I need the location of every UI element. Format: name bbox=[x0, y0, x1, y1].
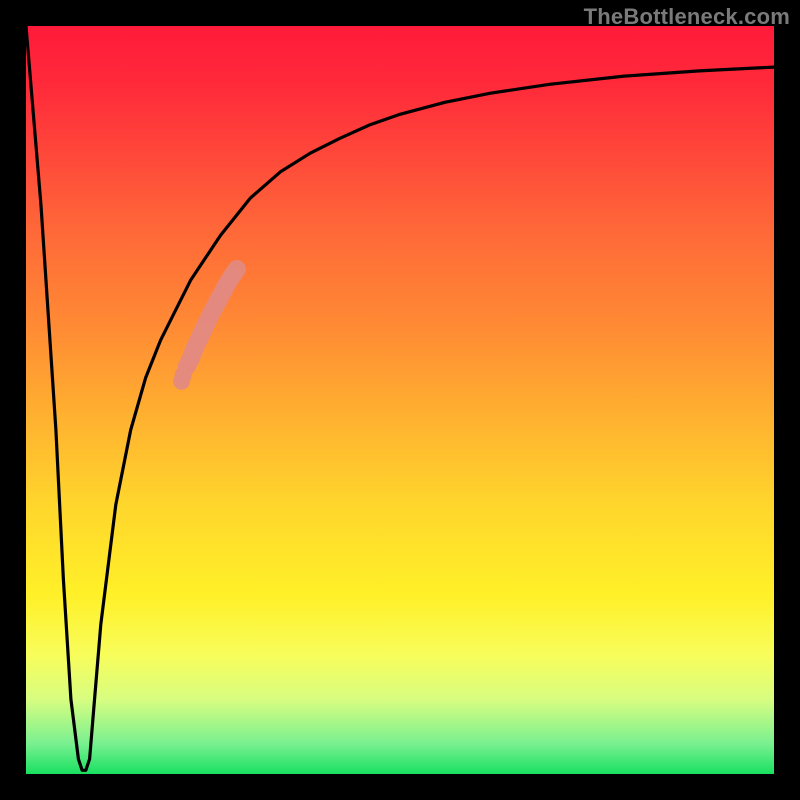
marker-segment bbox=[232, 269, 237, 277]
curve-svg bbox=[26, 26, 774, 774]
chart-frame: TheBottleneck.com bbox=[0, 0, 800, 800]
plot-area bbox=[26, 26, 774, 774]
bottleneck-curve bbox=[26, 26, 774, 770]
marker-dot bbox=[175, 367, 192, 384]
marker-band bbox=[173, 269, 237, 390]
